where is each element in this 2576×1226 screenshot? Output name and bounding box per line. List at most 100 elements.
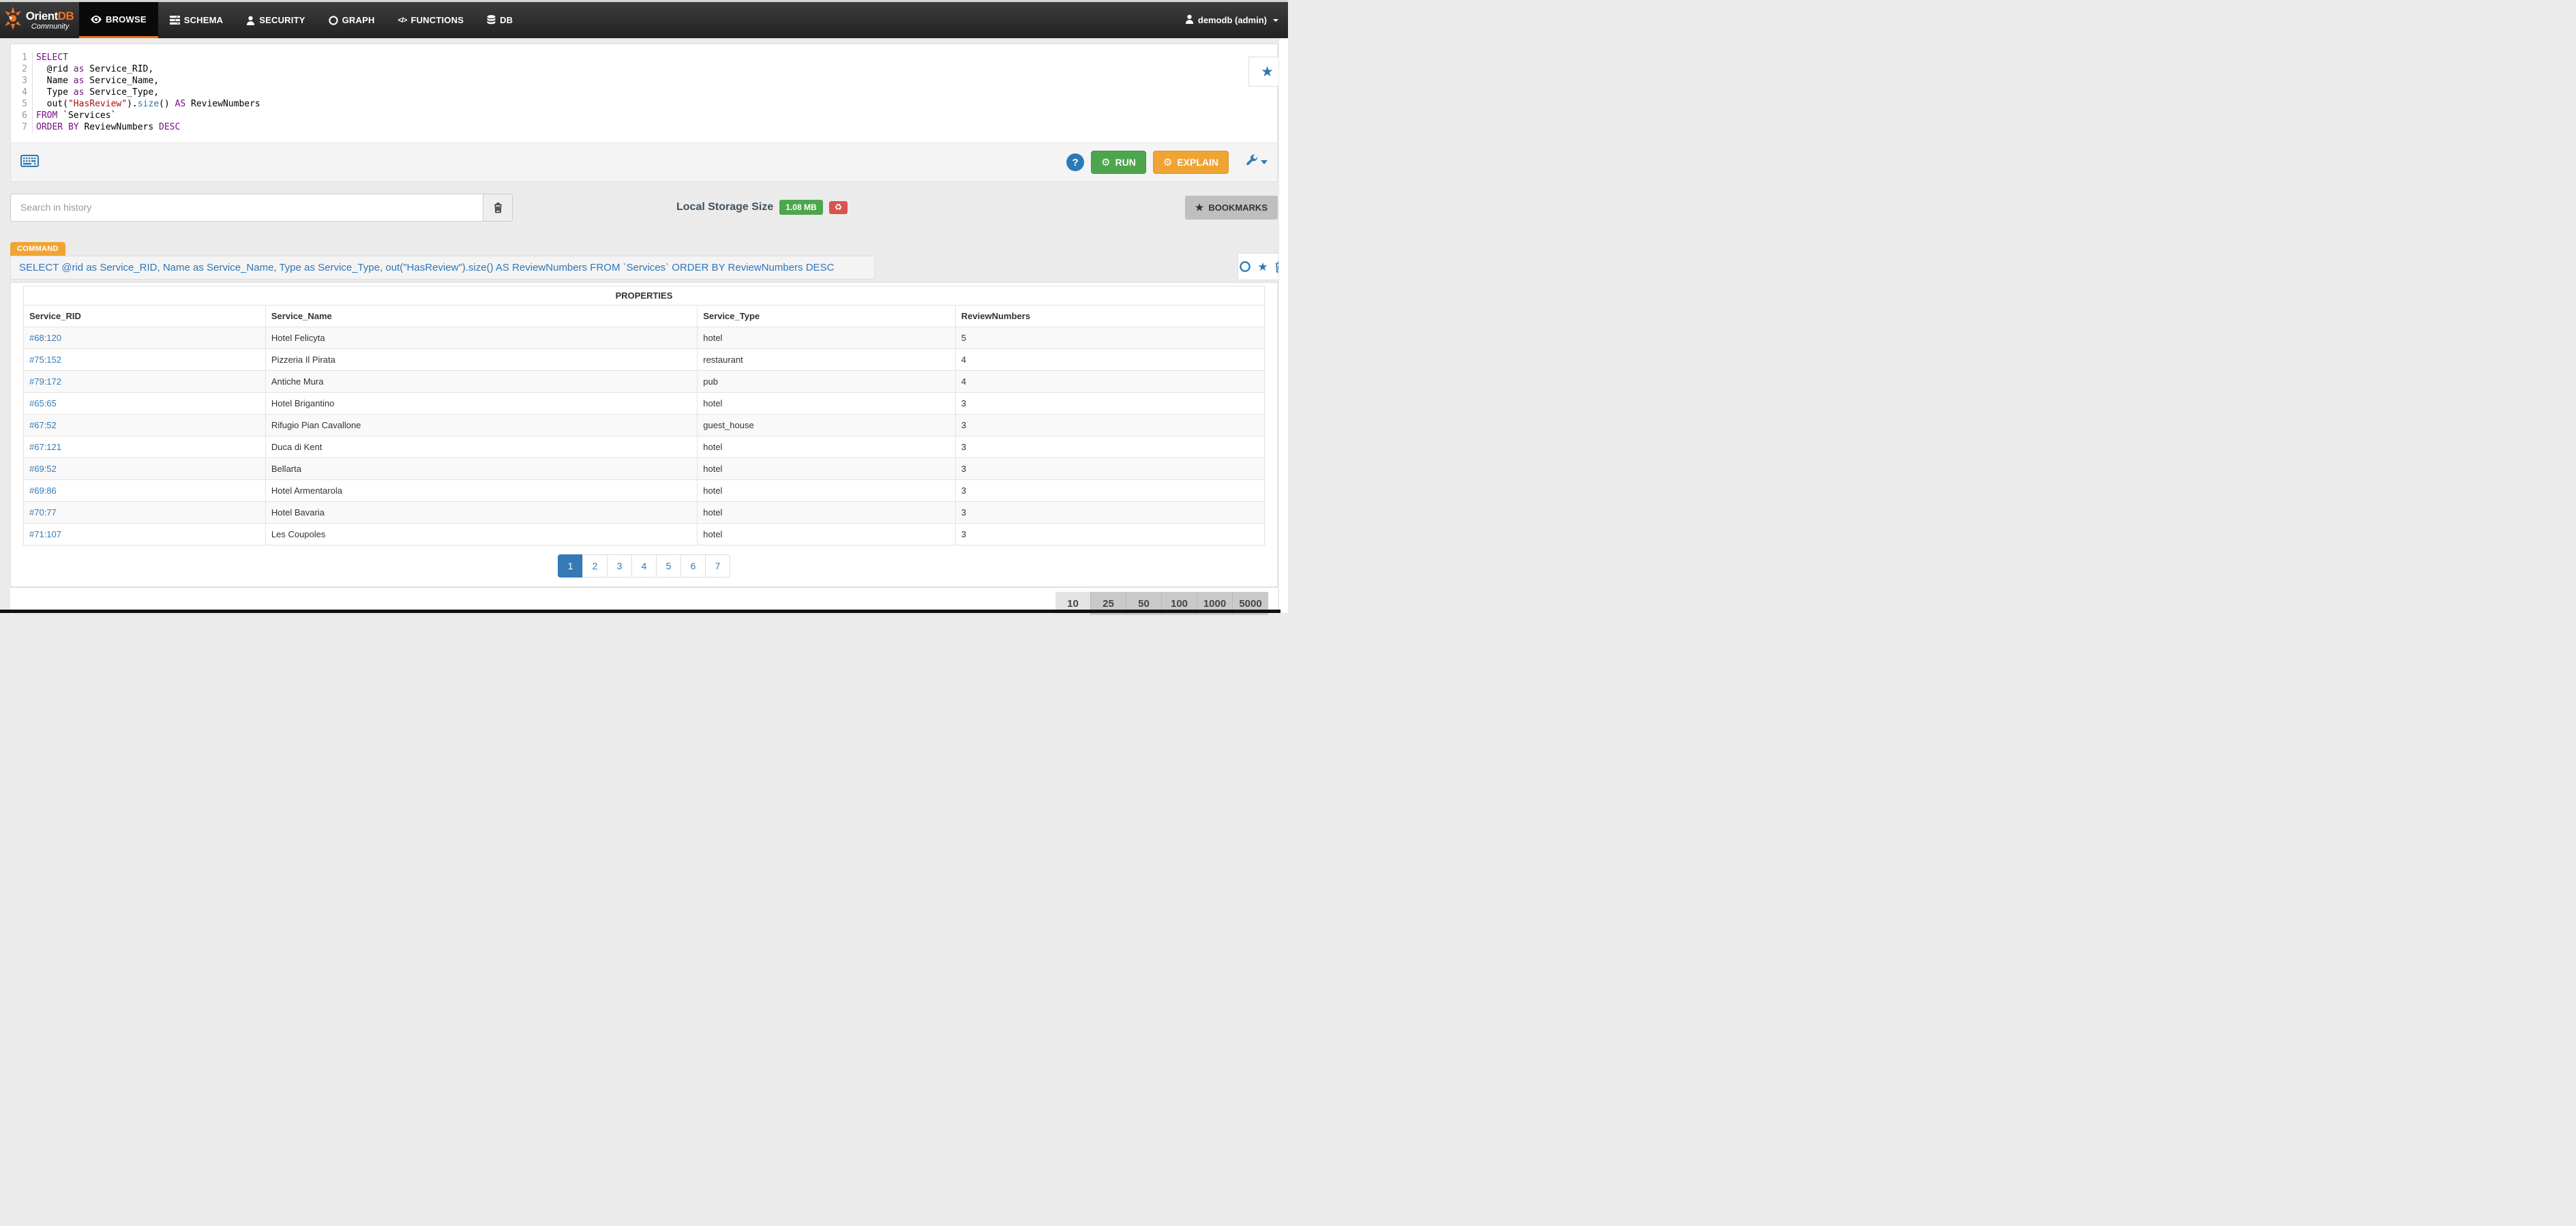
nav-tabs: BROWSESCHEMASECURITY GRAPH </>FUNCTIONS DB bbox=[79, 2, 524, 38]
table-cell: hotel bbox=[698, 436, 956, 458]
page-button-1[interactable]: 1 bbox=[558, 554, 583, 578]
line-number: 2 bbox=[11, 63, 27, 75]
results-table-body: #68:120Hotel Felicytahotel5#75:152Pizzer… bbox=[24, 327, 1265, 545]
page-button-4[interactable]: 4 bbox=[631, 554, 657, 578]
scrollbar-track[interactable] bbox=[1278, 38, 1288, 613]
table-cell: Hotel Felicyta bbox=[265, 327, 697, 349]
bookmark-star-icon[interactable]: ★ bbox=[1257, 261, 1268, 273]
star-icon: ★ bbox=[1195, 202, 1204, 213]
record-rid-link[interactable]: #65:65 bbox=[29, 398, 57, 408]
command-section: COMMAND SELECT @rid as Service_RID, Name… bbox=[10, 242, 1278, 280]
local-storage-label: Local Storage Size bbox=[676, 201, 773, 213]
command-query-text[interactable]: SELECT @rid as Service_RID, Name as Serv… bbox=[10, 256, 875, 280]
column-header-service_type: Service_Type bbox=[698, 305, 956, 327]
record-rid-link[interactable]: #69:86 bbox=[29, 485, 57, 496]
code-line: ORDER BY ReviewNumbers DESC bbox=[36, 121, 260, 133]
table-cell: 3 bbox=[955, 436, 1264, 458]
table-cell: 5 bbox=[955, 327, 1264, 349]
clear-history-button[interactable] bbox=[483, 194, 513, 222]
nav-tab-label: FUNCTIONS bbox=[410, 15, 464, 25]
bookmarks-button[interactable]: ★ BOOKMARKS bbox=[1185, 196, 1278, 220]
nav-tab-graph[interactable]: GRAPH bbox=[317, 2, 387, 38]
nav-tab-security[interactable]: SECURITY bbox=[235, 2, 316, 38]
footer: 10255010010005000 bbox=[10, 587, 1278, 610]
wrench-icon bbox=[1245, 154, 1258, 170]
page-button-2[interactable]: 2 bbox=[582, 554, 608, 578]
record-rid-link[interactable]: #70:77 bbox=[29, 507, 57, 518]
table-cell: Bellarta bbox=[265, 458, 697, 480]
column-header-service_name: Service_Name bbox=[265, 305, 697, 327]
results-table: PROPERTIES Service_RIDService_NameServic… bbox=[23, 286, 1265, 545]
editor-toolbar: ? ⚙ RUN ⚙ EXPLAIN bbox=[11, 143, 1277, 181]
column-header-reviewnumbers: ReviewNumbers bbox=[955, 305, 1264, 327]
user-menu[interactable]: demodb (admin) bbox=[1185, 2, 1288, 38]
table-row: #75:152Pizzeria Il Piratarestaurant4 bbox=[24, 349, 1265, 371]
user-icon bbox=[1185, 14, 1194, 26]
page-button-3[interactable]: 3 bbox=[607, 554, 632, 578]
nav-tab-schema[interactable]: SCHEMA bbox=[158, 2, 235, 38]
nav-tab-browse[interactable]: BROWSE bbox=[79, 2, 158, 38]
schema-icon bbox=[170, 16, 180, 25]
record-rid-link[interactable]: #67:52 bbox=[29, 420, 57, 430]
command-badge: COMMAND bbox=[10, 242, 65, 256]
explain-button[interactable]: ⚙ EXPLAIN bbox=[1153, 151, 1229, 174]
table-cell: hotel bbox=[698, 524, 956, 545]
functions-icon: </> bbox=[398, 16, 407, 25]
nav-tab-db[interactable]: DB bbox=[475, 2, 524, 38]
orientdb-logo[interactable]: OrientDB Community bbox=[0, 2, 79, 38]
line-number: 3 bbox=[11, 75, 27, 87]
nav-tab-functions[interactable]: </>FUNCTIONS bbox=[387, 2, 476, 38]
table-cell: 3 bbox=[955, 524, 1264, 545]
record-rid-link[interactable]: #71:107 bbox=[29, 529, 61, 539]
table-cell: Les Coupoles bbox=[265, 524, 697, 545]
table-cell: hotel bbox=[698, 458, 956, 480]
keyboard-shortcuts-icon[interactable] bbox=[20, 155, 39, 170]
nav-tab-label: GRAPH bbox=[342, 15, 375, 25]
graph-icon bbox=[329, 16, 338, 25]
line-number: 7 bbox=[11, 121, 27, 133]
table-row: #68:120 Hotel Felicytahotel5 bbox=[24, 327, 1265, 349]
table-cell: Hotel Armentarola bbox=[265, 480, 697, 502]
record-rid-link[interactable]: #69:52 bbox=[29, 464, 57, 474]
record-rid-link[interactable]: #67:121 bbox=[29, 442, 61, 452]
table-cell: guest_house bbox=[698, 415, 956, 436]
database-icon bbox=[487, 15, 496, 25]
table-cell: 3 bbox=[955, 502, 1264, 524]
settings-dropdown[interactable] bbox=[1245, 154, 1268, 170]
record-rid-link[interactable]: #75:152 bbox=[29, 355, 61, 365]
gears-icon: ⚙ bbox=[1163, 158, 1172, 168]
results-header-row: Service_RIDService_NameService_TypeRevie… bbox=[24, 305, 1265, 327]
page-button-7[interactable]: 7 bbox=[705, 554, 730, 578]
table-cell: Hotel Bavaria bbox=[265, 502, 697, 524]
pagination: 1234567 bbox=[558, 554, 730, 578]
user-menu-label: demodb (admin) bbox=[1198, 15, 1267, 25]
search-history-input[interactable] bbox=[10, 194, 483, 222]
page-button-5[interactable]: 5 bbox=[656, 554, 681, 578]
record-rid-link[interactable]: #79:172 bbox=[29, 376, 61, 387]
line-number: 6 bbox=[11, 110, 27, 121]
table-cell: hotel bbox=[698, 327, 956, 349]
run-button[interactable]: ⚙ RUN bbox=[1091, 151, 1146, 174]
results-card: PROPERTIES Service_RIDService_NameServic… bbox=[10, 282, 1278, 587]
page-button-6[interactable]: 6 bbox=[680, 554, 706, 578]
code-line: Name as Service_Name, bbox=[36, 75, 260, 87]
table-cell: 3 bbox=[955, 393, 1264, 415]
record-rid-link[interactable]: #68:120 bbox=[29, 333, 61, 343]
user-icon bbox=[246, 16, 255, 25]
table-row: #67:121Duca di Kenthotel3 bbox=[24, 436, 1265, 458]
gear-icon: ⚙ bbox=[1101, 158, 1110, 168]
table-row: #69:86Hotel Armentarolahotel3 bbox=[24, 480, 1265, 502]
brand-name: OrientDB bbox=[26, 10, 74, 22]
rerun-circle-icon[interactable] bbox=[1239, 260, 1251, 273]
help-icon[interactable]: ? bbox=[1066, 153, 1084, 171]
code-editor[interactable]: 1234567 SELECT @rid as Service_RID, Name… bbox=[11, 44, 1277, 143]
chevron-down-icon bbox=[1273, 19, 1278, 22]
table-cell: 4 bbox=[955, 371, 1264, 393]
reset-storage-button[interactable]: ♻ bbox=[829, 201, 848, 214]
query-editor: 1234567 SELECT @rid as Service_RID, Name… bbox=[10, 44, 1278, 182]
table-cell: Pizzeria Il Pirata bbox=[265, 349, 697, 371]
table-row: #71:107 Les Coupoleshotel3 bbox=[24, 524, 1265, 545]
code-lines: SELECT @rid as Service_RID, Name as Serv… bbox=[33, 52, 260, 133]
nav-tab-label: DB bbox=[500, 15, 513, 25]
table-cell: Rifugio Pian Cavallone bbox=[265, 415, 697, 436]
